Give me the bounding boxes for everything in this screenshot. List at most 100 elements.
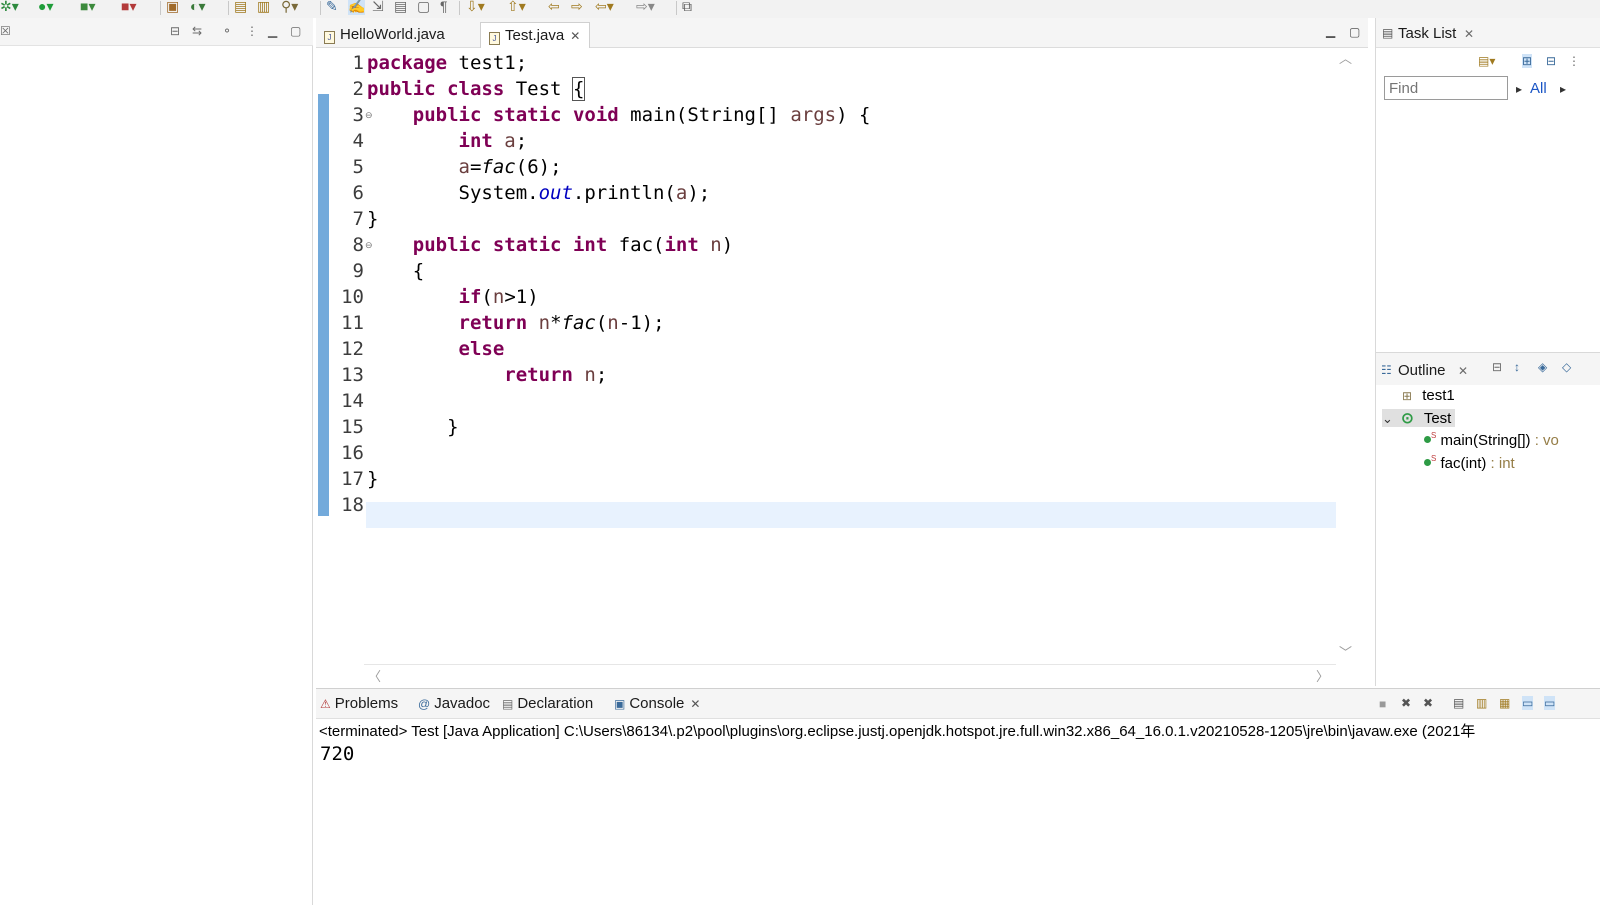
parameter: n	[584, 364, 596, 386]
terminate-icon[interactable]: ■	[1379, 697, 1386, 711]
clear-console-icon[interactable]: ▤	[1453, 696, 1464, 710]
tab-label: HelloWorld.java	[340, 26, 445, 43]
display-console-icon[interactable]: ▭	[1544, 696, 1556, 710]
class-name: Test	[1423, 410, 1452, 427]
show-source-icon[interactable]: ▢	[417, 0, 430, 15]
line-number: 10	[341, 286, 364, 308]
run-icon[interactable]: ●▾	[38, 0, 53, 15]
collapse-all-icon[interactable]: ⊟	[1492, 360, 1502, 374]
remove-all-terminated-icon[interactable]: ✖	[1423, 696, 1433, 710]
tab-problems[interactable]: ⚠ Problems	[320, 695, 398, 712]
outline-title[interactable]: Outline	[1398, 362, 1446, 379]
tab-declaration[interactable]: ▤ Declaration	[502, 695, 593, 712]
all-link[interactable]: All	[1530, 80, 1547, 97]
prev-edit-icon[interactable]: ⇧▾	[507, 0, 526, 15]
scroll-right-icon[interactable]: 〉	[1316, 666, 1329, 685]
close-icon[interactable]: ✕	[1464, 27, 1474, 41]
java-file-icon: J	[324, 31, 335, 44]
next-annotation-icon[interactable]: ⇲	[372, 0, 384, 15]
tab-helloworld-java[interactable]: J HelloWorld.java	[316, 22, 476, 48]
remove-launch-icon[interactable]: ✖	[1401, 696, 1411, 710]
last-edit-icon[interactable]: ⇦	[548, 0, 560, 15]
tab-console[interactable]: ▣ Console ✕	[614, 695, 700, 712]
task-list-title[interactable]: Task List	[1398, 25, 1456, 42]
parameter: n	[607, 312, 619, 334]
tab-test-java[interactable]: J Test.java ✕	[480, 22, 590, 48]
close-icon[interactable]: ☒	[0, 24, 11, 38]
open-type-icon[interactable]: ▤	[234, 0, 247, 15]
line-number: 5	[352, 156, 364, 178]
scroll-up-icon[interactable]: ︿	[1339, 48, 1352, 67]
previous-annotation-icon[interactable]: ▤	[394, 0, 407, 15]
code-line-4: int a;	[367, 128, 528, 154]
close-icon[interactable]: ✕	[570, 29, 580, 43]
link-with-editor-icon[interactable]: ⇆	[192, 24, 202, 38]
categorized-icon[interactable]: ⊞	[1522, 54, 1533, 68]
maximize-icon[interactable]: ▢	[1349, 25, 1360, 39]
keyword: return	[458, 312, 528, 334]
maximize-icon[interactable]: ▢	[290, 24, 301, 38]
parameter: n	[538, 312, 551, 334]
close-icon[interactable]: ✕	[1458, 364, 1468, 378]
search-icon[interactable]: ⚲▾	[281, 0, 298, 15]
collapse-all-icon[interactable]: ⊟	[170, 24, 180, 38]
tab-javadoc[interactable]: @ Javadoc	[418, 695, 490, 712]
tree-item-class[interactable]: ⌄ ⊙ Test	[1382, 409, 1456, 427]
back-icon[interactable]: ⇦▾	[595, 0, 614, 15]
scroll-down-icon[interactable]: ﹀	[1339, 642, 1352, 661]
new-java-project-icon[interactable]: ▣	[166, 0, 179, 15]
tree-item-method[interactable]: S main(String[]) : vo	[1424, 431, 1559, 449]
debug-icon[interactable]: ✲▾	[0, 0, 19, 15]
code-line-2: public class Test {	[367, 76, 586, 102]
next-edit-icon[interactable]: ⇩▾	[466, 0, 485, 15]
open-perspective-icon[interactable]: ⧉	[682, 0, 692, 15]
horizontal-scrollbar[interactable]: 〈 〉	[364, 664, 1336, 684]
sort-icon[interactable]: ↕	[1514, 360, 1520, 374]
code-line-8: public static int fac(int n)	[367, 232, 733, 258]
next-location-icon[interactable]: ⇨	[571, 0, 583, 15]
pilcrow-icon[interactable]: ¶	[440, 0, 448, 15]
scroll-left-icon[interactable]: 〈	[368, 666, 381, 685]
view-menu-icon[interactable]: ⋮	[1568, 54, 1580, 68]
new-task-icon[interactable]: ▤▾	[1478, 54, 1495, 68]
filter-icon[interactable]: ⚬	[222, 24, 232, 38]
console-output[interactable]: 720	[320, 743, 354, 765]
new-class-icon[interactable]: ◐▾	[190, 0, 205, 15]
line-number: 4	[352, 130, 364, 152]
static-marker: S	[1431, 431, 1437, 440]
minimize-icon[interactable]: ▁	[268, 24, 277, 38]
forward-icon[interactable]: ⇨▾	[636, 0, 655, 15]
keyword: return	[504, 364, 573, 386]
task-list-panel: ▤ Task List ✕ ▤▾ ⊞ ⊟ ⋮ ▸ All ▸	[1375, 18, 1600, 352]
toggle-whitespace-icon[interactable]: ✍	[348, 0, 366, 15]
pin-console-icon[interactable]: ▭	[1522, 696, 1534, 710]
find-input[interactable]	[1384, 76, 1508, 100]
tree-item-package[interactable]: ⊞ test1	[1402, 387, 1455, 404]
current-line-highlight	[366, 502, 1336, 528]
keyword: if	[458, 286, 482, 308]
chevron-down-icon[interactable]: ⌄	[1382, 411, 1393, 426]
hide-static-icon[interactable]: ◇	[1562, 360, 1571, 374]
open-task-icon[interactable]: ▥	[257, 0, 270, 15]
minimize-icon[interactable]: ▁	[1326, 24, 1335, 38]
line-number: 14	[341, 390, 364, 412]
local-variable: a	[458, 156, 470, 178]
coverage-icon[interactable]: ■▾	[80, 0, 95, 15]
hide-fields-icon[interactable]: ◈	[1538, 360, 1547, 374]
scheduled-icon[interactable]: ⊟	[1546, 54, 1556, 68]
word-wrap-icon[interactable]: ▦	[1499, 696, 1510, 710]
view-menu-icon[interactable]: ⋮	[246, 24, 258, 38]
code-line-7: }	[367, 208, 379, 230]
close-icon[interactable]: ✕	[690, 697, 700, 711]
code-editor[interactable]: 1 2 3 ⊖ 4 5 6 7 8 ⊖ 9 10 11 12 13 14 15 …	[316, 48, 1336, 664]
vertical-scrollbar[interactable]: ︿ ﹀	[1336, 48, 1354, 664]
tree-item-method[interactable]: S fac(int) : int	[1424, 454, 1515, 472]
external-tools-icon[interactable]: ■▾	[121, 0, 136, 15]
code-text: .println(	[572, 182, 676, 204]
code-text: (	[595, 312, 608, 334]
toggle-mark-occurrences-icon[interactable]: ✎	[326, 0, 338, 15]
scroll-lock-icon[interactable]: ▥	[1476, 696, 1487, 710]
